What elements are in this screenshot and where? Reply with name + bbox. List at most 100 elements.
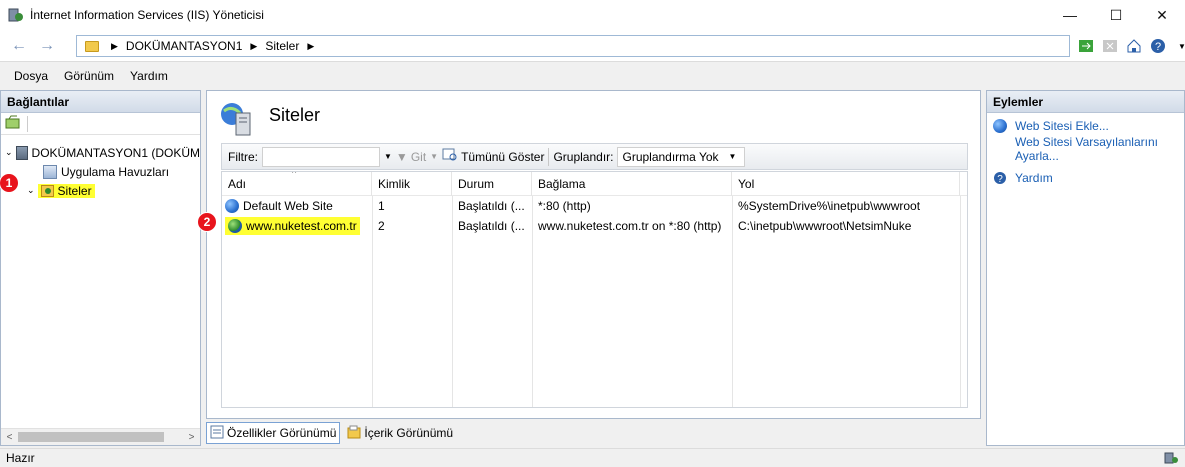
address-path[interactable]: ▶ DOKÜMANTASYON1 ▶ Siteler ▶	[76, 35, 1070, 57]
action-set-defaults-label: Web Sitesi Varsayılanlarını Ayarla...	[1015, 135, 1158, 163]
crumb-separator: ▶	[111, 40, 118, 51]
table-header: Adı Kimlik Durum Bağlama Yol	[222, 172, 967, 196]
cell-status: Başlatıldı (...	[458, 219, 525, 233]
collapse-chevron-icon[interactable]: ⌄	[27, 185, 35, 196]
web-site-icon	[228, 219, 242, 233]
tree-label-app-pools: Uygulama Havuzları	[61, 164, 170, 179]
site-name: www.nuketest.com.tr	[246, 219, 357, 233]
group-by-value: Gruplandırma Yok	[622, 149, 719, 164]
tab-content-view[interactable]: İçerik Görünümü	[344, 422, 456, 444]
maximize-button[interactable]: ☐	[1093, 0, 1139, 30]
content-view-label: İçerik Görünümü	[364, 426, 454, 440]
filter-bar: Filtre: ▼ ▼ Git ▼ Tümünü Göster Grupland…	[221, 143, 968, 170]
home-icon[interactable]	[1124, 36, 1144, 56]
sites-panel: Siteler Filtre: ▼ ▼ Git ▼ Tümünü Göster …	[197, 90, 981, 419]
breadcrumb-sites[interactable]: Siteler	[265, 39, 299, 53]
funnel-icon: ▼	[395, 149, 408, 164]
column-id[interactable]: Kimlik	[372, 172, 452, 196]
crumb-separator: ▶	[250, 40, 258, 51]
create-connection-icon[interactable]	[5, 115, 21, 132]
location-icon	[85, 40, 99, 52]
page-title: Siteler	[269, 105, 321, 125]
sites-feature-icon	[219, 101, 255, 140]
actions-header: Eylemler	[987, 91, 1184, 113]
tab-features-view[interactable]: Özellikler Görünümü	[206, 422, 341, 444]
action-add-website[interactable]: Web Sitesi Ekle...	[987, 113, 1184, 133]
network-status-icon	[1163, 451, 1179, 467]
tree-item-sites[interactable]: ⌄ Siteler	[1, 181, 200, 200]
connections-tree: ⌄ DOKÜMANTASYON1 (DOKÜM Uygulama Havuzla…	[1, 135, 200, 200]
actions-panel: Eylemler Web Sitesi Ekle... Web Sitesi V…	[986, 90, 1185, 446]
address-bar: ← → ▶ DOKÜMANTASYON1 ▶ Siteler ▶ ? ▼	[0, 30, 1185, 62]
menu-bar: Dosya Görünüm Yardım	[0, 63, 1185, 88]
back-button[interactable]: ←	[6, 34, 32, 58]
menu-view[interactable]: Görünüm	[56, 69, 122, 83]
scroll-thumb[interactable]	[18, 432, 164, 442]
table-row[interactable]: www.nuketest.com.tr 2 Başlatıldı (... ww…	[222, 216, 967, 236]
tree-label-server: DOKÜMANTASYON1 (DOKÜM	[31, 145, 201, 160]
cell-path: C:\inetpub\wwwroot\NetsimNuke	[738, 219, 912, 233]
sites-table: ^ Adı Kimlik Durum Bağlama Yol Default W…	[221, 171, 968, 408]
scroll-left-icon[interactable]: <	[1, 429, 18, 446]
svg-text:?: ?	[997, 174, 1003, 185]
go-label: Git	[410, 149, 427, 164]
connections-panel: Bağlantılar ⌄ DOKÜMANTASYON1 (DOKÜM Uygu…	[0, 90, 201, 446]
stop-icon[interactable]	[1100, 36, 1120, 56]
group-by-label: Gruplandır:	[553, 149, 614, 164]
tree-label-sites: Siteler	[57, 183, 92, 198]
go-button[interactable]: ▼ Git	[396, 150, 426, 164]
action-set-defaults[interactable]: Web Sitesi Varsayılanlarını Ayarla...	[987, 133, 1184, 163]
filter-input[interactable]	[262, 146, 380, 167]
toolbar-separator	[548, 147, 550, 166]
site-name: Default Web Site	[243, 199, 333, 213]
table-row[interactable]: Default Web Site 1 Başlatıldı (... *:80 …	[222, 196, 967, 216]
sites-icon	[40, 184, 54, 197]
tree-item-app-pools[interactable]: Uygulama Havuzları	[1, 162, 200, 181]
connections-toolbar	[1, 113, 200, 135]
close-button[interactable]: ✕	[1139, 0, 1185, 30]
menu-help[interactable]: Yardım	[122, 69, 176, 83]
filter-dropdown-icon[interactable]: ▼	[384, 152, 392, 161]
show-all-button[interactable]: Tümünü Göster	[442, 148, 544, 165]
forward-button[interactable]: →	[34, 34, 60, 58]
group-by-select[interactable]: Gruplandırma Yok ▼	[617, 146, 746, 167]
help-icon[interactable]: ?	[1148, 36, 1168, 56]
column-name[interactable]: Adı	[222, 172, 372, 196]
svg-text:?: ?	[1155, 41, 1161, 53]
cell-name: Default Web Site	[222, 196, 372, 216]
refresh-icon[interactable]	[1076, 36, 1096, 56]
cell-id: 2	[378, 219, 385, 233]
status-bar: Hazır	[0, 448, 1185, 467]
chevron-down-icon: ▼	[728, 152, 737, 161]
server-icon	[15, 145, 28, 160]
scroll-right-icon[interactable]: >	[183, 429, 200, 446]
site-highlight: www.nuketest.com.tr	[225, 217, 360, 235]
add-website-icon	[993, 119, 1007, 133]
status-text: Hazır	[6, 451, 35, 465]
window-title: İnternet Information Services (IIS) Yöne…	[30, 8, 264, 22]
title-bar: İnternet Information Services (IIS) Yöne…	[0, 0, 1185, 30]
horizontal-scrollbar[interactable]: < >	[1, 428, 200, 445]
breadcrumb-server[interactable]: DOKÜMANTASYON1	[126, 39, 242, 53]
tree-item-server[interactable]: ⌄ DOKÜMANTASYON1 (DOKÜM	[1, 143, 200, 162]
step-marker-1: 1	[0, 173, 19, 193]
column-binding[interactable]: Bağlama	[532, 172, 732, 196]
web-site-icon	[225, 199, 239, 213]
features-view-icon	[210, 425, 224, 442]
minimize-button[interactable]: —	[1047, 0, 1093, 30]
menu-file[interactable]: Dosya	[6, 69, 56, 83]
action-add-website-label: Web Sitesi Ekle...	[1015, 119, 1109, 133]
filter-label: Filtre:	[228, 149, 258, 164]
crumb-separator: ▶	[307, 40, 315, 51]
cell-name: www.nuketest.com.tr	[222, 216, 372, 236]
help-dropdown-icon[interactable]: ▼	[1172, 36, 1185, 56]
sites-highlight: Siteler	[37, 183, 95, 198]
features-view-label: Özellikler Görünümü	[227, 426, 337, 440]
column-status[interactable]: Durum	[452, 172, 532, 196]
action-help[interactable]: ? Yardım	[987, 163, 1184, 188]
connections-header: Bağlantılar	[1, 91, 200, 113]
go-dropdown-icon[interactable]: ▼	[430, 152, 438, 161]
content-view-icon	[347, 425, 361, 442]
column-path[interactable]: Yol	[732, 172, 960, 196]
collapse-chevron-icon[interactable]: ⌄	[5, 147, 13, 158]
